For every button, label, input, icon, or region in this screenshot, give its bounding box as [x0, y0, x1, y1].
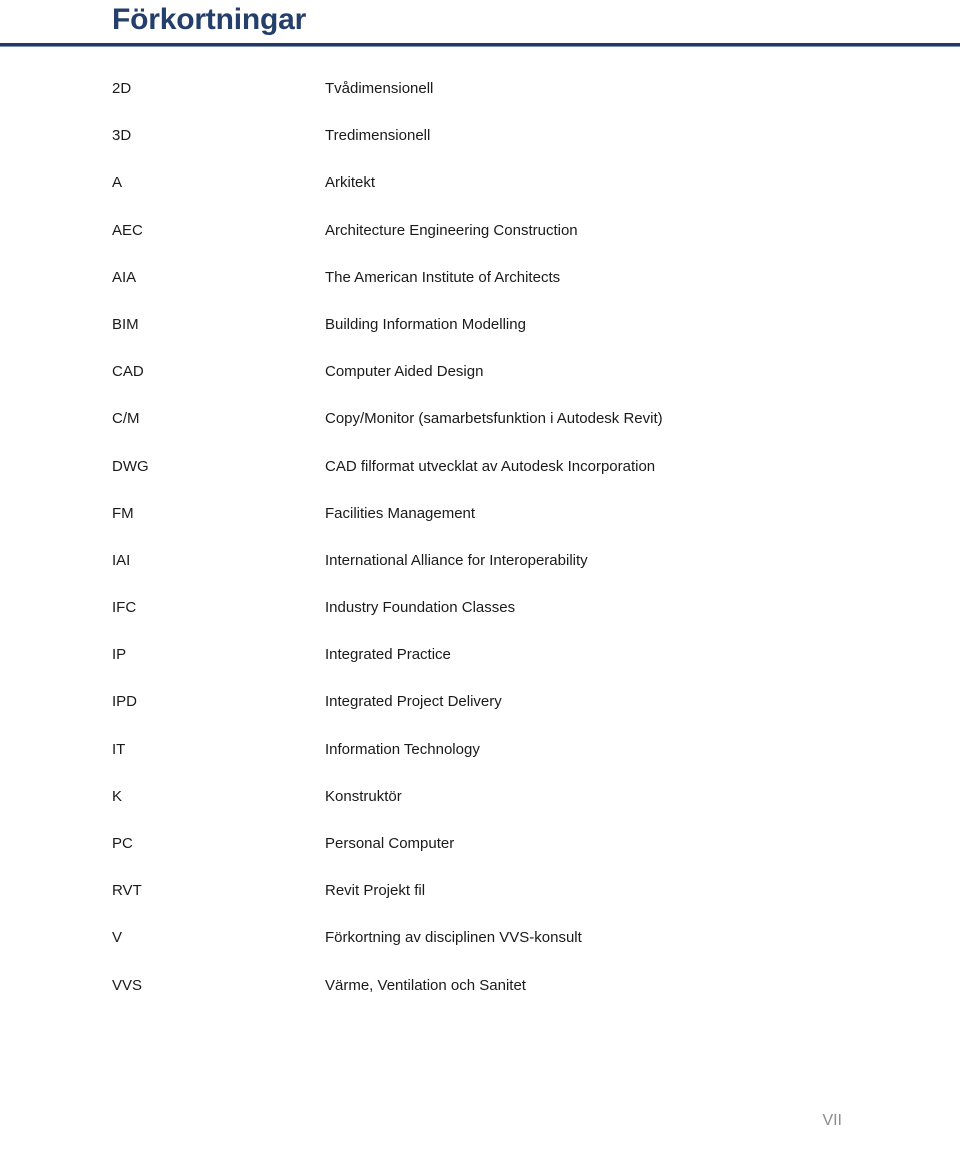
abbreviation-term: IPD: [112, 693, 138, 711]
header-divider: [0, 43, 960, 47]
abbreviation-list: 2D Tvådimensionell 3D Tredimensionell A Arkit…: [0, 78, 960, 1022]
abbreviation-definition: International Alliance for Interoperabil…: [325, 551, 588, 569]
abbreviation-definition: Copy/Monitor (samarbetsfunktion i Autode…: [325, 410, 663, 428]
abbreviation-row: AEC Architecture Engineering Construction: [0, 220, 960, 267]
abbreviation-definition: Konstruktör: [325, 787, 402, 805]
abbreviation-row: VVS Värme, Ventilation och Sanitet: [0, 975, 960, 1022]
abbreviation-definition: Architecture Engineering Construction: [325, 221, 578, 239]
abbreviation-row: K Konstruktör: [0, 786, 960, 833]
page-title: Förkortningar: [112, 3, 307, 36]
abbreviation-definition: Industry Foundation Classes: [325, 599, 516, 617]
abbreviation-row: C/M Copy/Monitor (samarbetsfunktion i Aut…: [0, 408, 960, 455]
abbreviation-term: 2D: [112, 80, 132, 97]
abbreviation-row: IAI International Alliance for Interopera…: [0, 550, 960, 597]
abbreviation-definition: Tvådimensionell: [325, 80, 434, 97]
page-header: Förkortningar: [0, 0, 960, 48]
abbreviation-term: PC: [112, 835, 133, 852]
abbreviation-term: IFC: [112, 599, 137, 617]
abbreviation-row: IT Information Technology: [0, 739, 960, 786]
abbreviation-row: IFC Industry Foundation Classes: [0, 597, 960, 644]
abbreviation-definition: Tredimensionell: [325, 127, 431, 145]
abbreviation-term: K: [112, 787, 123, 805]
abbreviation-term: IT: [112, 740, 126, 758]
abbreviation-term: A: [112, 174, 123, 192]
abbreviation-row: RVT Revit Projekt fil: [0, 880, 960, 927]
abbreviation-definition: Information Technology: [325, 740, 480, 758]
abbreviation-definition: Computer Aided Design: [325, 363, 484, 381]
abbreviation-row: 3D Tredimensionell: [0, 125, 960, 172]
abbreviation-row: 2D Tvådimensionell: [0, 78, 960, 125]
abbreviation-definition: Integrated Practice: [325, 646, 451, 664]
abbreviation-term: RVT: [112, 882, 142, 900]
abbreviation-definition: CAD filformat utvecklat av Autodesk Inco…: [325, 457, 656, 475]
abbreviation-row: A Arkitekt: [0, 172, 960, 219]
abbreviation-term: AEC: [112, 221, 143, 239]
abbreviation-term: V: [112, 929, 123, 947]
abbreviation-term: 3D: [112, 127, 132, 145]
abbreviation-definition: Building Information Modelling: [325, 315, 526, 333]
document-page: Förkortningar 2D Tvådimensionell 3D Tredime…: [0, 0, 960, 1149]
page-number: VII: [822, 1112, 842, 1129]
abbreviation-definition: The American Institute of Architects: [325, 268, 561, 286]
abbreviation-term: IAI: [112, 551, 131, 569]
abbreviation-term: VVS: [112, 976, 143, 994]
abbreviation-row: BIM Building Information Modelling: [0, 314, 960, 361]
abbreviation-definition: Förkortning av disciplinen VVS-konsult: [325, 929, 582, 947]
abbreviation-row: IPD Integrated Project Delivery: [0, 691, 960, 738]
abbreviation-row: PC Personal Computer: [0, 833, 960, 880]
abbreviation-term: AIA: [112, 268, 137, 286]
abbreviation-definition: Facilities Management: [325, 504, 476, 522]
page-footer: VII: [0, 1079, 960, 1149]
abbreviation-term: C/M: [112, 410, 140, 428]
abbreviation-row: V Förkortning av disciplinen VVS-konsult: [0, 927, 960, 974]
abbreviation-term: FM: [112, 504, 134, 522]
abbreviation-definition: Personal Computer: [325, 835, 455, 852]
abbreviation-row: IP Integrated Practice: [0, 644, 960, 691]
abbreviation-row: AIA The American Institute of Architects: [0, 267, 960, 314]
abbreviation-definition: Integrated Project Delivery: [325, 693, 502, 711]
abbreviation-row: FM Facilities Management: [0, 503, 960, 550]
abbreviation-term: IP: [112, 646, 127, 664]
abbreviation-definition: Revit Projekt fil: [325, 882, 426, 900]
abbreviation-row: CAD Computer Aided Design: [0, 361, 960, 408]
abbreviation-definition: Arkitekt: [325, 174, 376, 192]
abbreviation-term: BIM: [112, 315, 139, 333]
abbreviation-definition: Värme, Ventilation och Sanitet: [325, 976, 526, 994]
abbreviation-row: DWG CAD filformat utvecklat av Autodesk I…: [0, 456, 960, 503]
abbreviation-term: DWG: [112, 457, 149, 475]
abbreviation-term: CAD: [112, 363, 144, 381]
